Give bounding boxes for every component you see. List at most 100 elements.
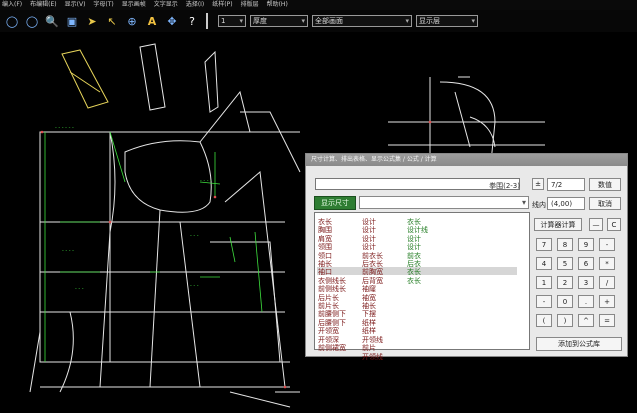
result-field[interactable]: 7/2 <box>547 178 585 191</box>
list-item[interactable]: 设计 <box>407 243 428 251</box>
menu-item[interactable]: 字母(T) <box>93 0 113 10</box>
list-item[interactable]: 后片长 <box>318 294 346 302</box>
list-item[interactable]: 开领深 <box>318 336 346 344</box>
list-item[interactable]: 衣长 <box>407 268 428 276</box>
svg-text:- - - -: - - - - <box>200 178 212 184</box>
text-icon[interactable]: A <box>144 13 160 29</box>
list-item[interactable]: 胸围 <box>318 226 346 234</box>
list-item[interactable]: 前衣长 <box>362 252 383 260</box>
key-button[interactable]: * <box>599 257 615 270</box>
key-button[interactable]: / <box>599 276 615 289</box>
move-icon[interactable]: ✥ <box>164 13 180 29</box>
list-item[interactable]: 开领宽 <box>318 327 346 335</box>
key-button[interactable]: 2 <box>557 276 573 289</box>
list-item[interactable]: 下摆 <box>362 310 383 318</box>
key-button[interactable]: 4 <box>536 257 552 270</box>
calculator-button[interactable]: 计算器计算 <box>534 218 582 231</box>
chevron-down-icon: ▾ <box>405 17 409 25</box>
sign-button[interactable]: ± <box>532 178 544 190</box>
clear-button[interactable]: C <box>607 218 621 231</box>
list-item[interactable]: 设计 <box>362 235 383 243</box>
list-item[interactable]: 纸样 <box>362 327 383 335</box>
zoom-icon[interactable]: 🔍 <box>44 13 60 29</box>
key-button[interactable]: = <box>599 314 615 327</box>
list-item[interactable]: 衣长 <box>407 277 428 285</box>
list-item[interactable]: 袖窿 <box>362 285 383 293</box>
key-button[interactable]: - <box>536 295 552 308</box>
menu-item[interactable]: 显示(V) <box>65 0 86 10</box>
list-item[interactable]: 领围 <box>318 243 346 251</box>
list-item[interactable]: 设计 <box>362 226 383 234</box>
list-item[interactable]: 袖宽 <box>362 294 383 302</box>
list-item[interactable]: 领口 <box>318 252 346 260</box>
menu-item[interactable]: 选择(I) <box>186 0 204 10</box>
formula-combo[interactable]: ▾ <box>359 196 529 209</box>
key-button[interactable]: - <box>599 238 615 251</box>
menu-item[interactable]: 文字显示 <box>154 0 178 10</box>
list-item[interactable]: 前侧线长 <box>318 285 346 293</box>
svg-text:- - - -: - - - - <box>62 248 74 254</box>
key-button[interactable]: ( <box>536 314 552 327</box>
menu-item[interactable]: 布编辑(E) <box>30 0 56 10</box>
key-button[interactable]: ) <box>557 314 573 327</box>
list-item[interactable]: 前侧裙宽 <box>318 344 346 352</box>
pointer-icon[interactable]: ➤ <box>84 13 100 29</box>
key-button[interactable]: + <box>599 295 615 308</box>
menu-item[interactable]: 纸样(P) <box>212 0 232 10</box>
thickness-dropdown[interactable]: 厚度 ▾ <box>250 15 308 27</box>
new-icon[interactable]: ◯ <box>4 13 20 29</box>
list-item[interactable]: 开领线 <box>362 353 383 361</box>
length-field[interactable]: (4,00) <box>547 197 585 210</box>
menu-bar: 编入(F) 布编辑(E) 显示(V) 字母(T) 显示画帧 文字显示 选择(I)… <box>0 0 637 10</box>
view-dropdown[interactable]: 全部画面 ▾ <box>312 15 412 27</box>
key-button[interactable]: 0 <box>557 295 573 308</box>
minus-button[interactable]: — <box>589 218 603 231</box>
number-value: 1 <box>221 17 226 25</box>
menu-item[interactable]: 编入(F) <box>2 0 22 10</box>
help-icon[interactable]: ? <box>184 13 200 29</box>
dimension-list[interactable]: 衣长 胸围 肩宽 领围 领口 袖长 袖口 衣侧线长 前侧线长 后片长 前片长 前… <box>314 212 530 361</box>
key-button[interactable]: 8 <box>557 238 573 251</box>
confirm-button[interactable]: 数值 <box>589 178 621 191</box>
key-button[interactable]: 5 <box>557 257 573 270</box>
measure-icon[interactable]: ⊕ <box>124 13 140 29</box>
length-label: 线内 <box>532 201 546 209</box>
add-formula-button[interactable]: 添加到公式库 <box>536 337 622 351</box>
formula-dialog: 尺寸计算、排出表格、显示公式集 / 公式 / 计算 拳围(2-3) ± 7/2 … <box>305 153 628 361</box>
list-item[interactable]: 设计 <box>362 243 383 251</box>
number-input[interactable]: 1 ▾ <box>218 15 246 27</box>
save-icon[interactable]: ▣ <box>64 13 80 29</box>
list-item[interactable]: 开领线 <box>362 336 383 344</box>
list-item[interactable]: 后背宽 <box>362 277 383 285</box>
svg-text:- - -: - - - <box>75 286 84 292</box>
key-button[interactable]: . <box>578 295 594 308</box>
open-icon[interactable]: ◯ <box>24 13 40 29</box>
layer-dropdown[interactable]: 显示层 ▾ <box>416 15 478 27</box>
list-item[interactable]: 设计线 <box>407 226 428 234</box>
formula-value: 拳围(2-3) <box>489 182 520 190</box>
layer-value: 显示层 <box>419 17 440 25</box>
key-button[interactable]: 9 <box>578 238 594 251</box>
key-button[interactable]: 7 <box>536 238 552 251</box>
list-item[interactable]: 衣侧线长 <box>318 277 346 285</box>
key-button[interactable]: 3 <box>578 276 594 289</box>
select-icon[interactable]: ↖ <box>104 13 120 29</box>
list-item[interactable]: 前衣 <box>407 252 428 260</box>
key-button[interactable]: ^ <box>578 314 594 327</box>
key-button[interactable]: 6 <box>578 257 594 270</box>
list-item[interactable]: 前胸宽 <box>362 268 383 276</box>
key-button[interactable]: 1 <box>536 276 552 289</box>
menu-item[interactable]: 显示画帧 <box>122 0 146 10</box>
list-item[interactable]: 袖口 <box>318 268 346 276</box>
list-column-values: 衣长 设计线 设计 设计 前衣 后衣 衣长 衣长 <box>407 218 428 285</box>
list-item[interactable]: 肩宽 <box>318 235 346 243</box>
menu-item[interactable]: 排版层 <box>241 0 259 10</box>
menu-item[interactable]: 帮助(H) <box>267 0 288 10</box>
show-dimensions-button[interactable]: 显示尺寸 <box>314 196 356 210</box>
dialog-title: 尺寸计算、排出表格、显示公式集 / 公式 / 计算 <box>306 154 627 166</box>
cancel-button[interactable]: 取消 <box>589 197 621 210</box>
list-column-names: 衣长 胸围 肩宽 领围 领口 袖长 袖口 衣侧线长 前侧线长 后片长 前片长 前… <box>318 218 346 353</box>
list-item[interactable]: 设计 <box>407 235 428 243</box>
list-item[interactable]: 前腰侧下 <box>318 310 346 318</box>
list-item[interactable]: 前片 <box>362 344 383 352</box>
